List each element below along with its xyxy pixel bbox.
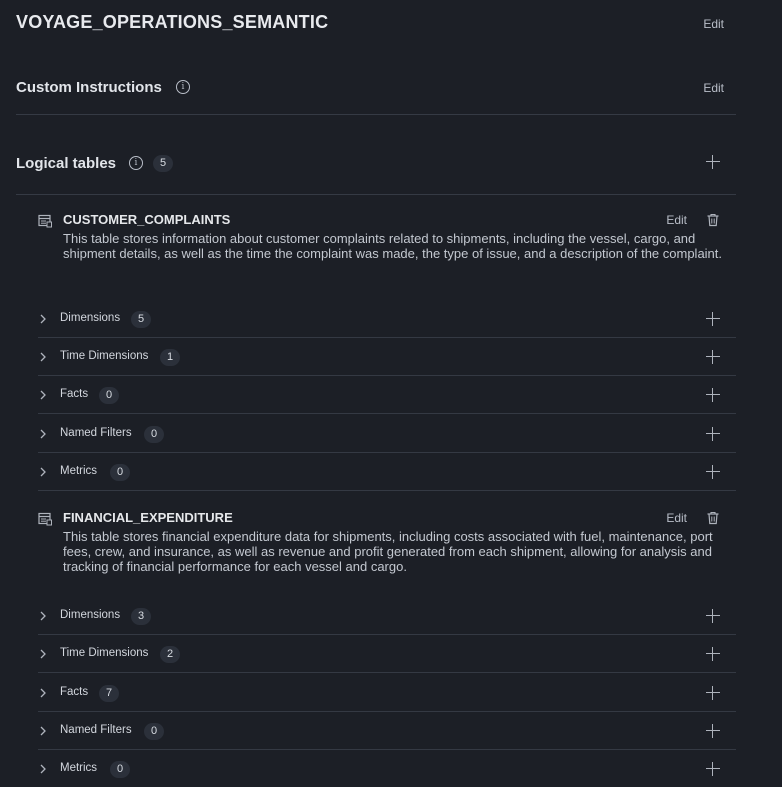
add-named-filter-plus-icon[interactable] — [706, 427, 720, 441]
category-label: Facts — [60, 686, 89, 698]
add-time-dimension-plus-icon[interactable] — [706, 647, 720, 661]
logical-table-financial-expenditure: FINANCIAL_EXPENDITURE Edit This table st… — [16, 508, 736, 787]
category-count-badge: 2 — [160, 646, 180, 663]
divider — [16, 194, 736, 195]
add-metric-plus-icon[interactable] — [706, 465, 720, 479]
logical-table-name: CUSTOMER_COMPLAINTS — [63, 212, 231, 227]
logical-table-header: FINANCIAL_EXPENDITURE Edit — [16, 508, 736, 530]
edit-title-button[interactable]: Edit — [703, 17, 724, 31]
logical-tables-title: Logical tables — [16, 155, 117, 172]
trash-icon[interactable] — [706, 511, 720, 525]
chevron-right-icon[interactable] — [38, 389, 48, 401]
category-row-time-dimensions[interactable]: Time Dimensions 2 — [16, 635, 736, 673]
logical-table-description: This table stores information about cust… — [63, 231, 723, 261]
category-row-metrics[interactable]: Metrics 0 — [16, 750, 736, 787]
info-icon[interactable]: i — [176, 80, 190, 94]
edit-custom-instructions-button[interactable]: Edit — [703, 81, 724, 95]
chevron-right-icon[interactable] — [38, 687, 48, 699]
category-count-badge: 1 — [160, 349, 180, 366]
add-fact-plus-icon[interactable] — [706, 388, 720, 402]
edit-table-button[interactable]: Edit — [666, 213, 687, 227]
chevron-right-icon[interactable] — [38, 428, 48, 440]
category-row-dimensions[interactable]: Dimensions 5 — [16, 300, 736, 338]
custom-instructions-title: Custom Instructions — [16, 79, 162, 96]
row-divider — [38, 490, 736, 491]
category-row-time-dimensions[interactable]: Time Dimensions 1 — [16, 338, 736, 376]
category-label: Named Filters — [60, 427, 132, 439]
table-icon — [38, 512, 52, 526]
chevron-right-icon[interactable] — [38, 466, 48, 478]
category-label: Facts — [60, 388, 89, 400]
custom-instructions-section: Custom Instructions i Edit — [16, 76, 736, 100]
add-dimension-plus-icon[interactable] — [706, 312, 720, 326]
category-label: Metrics — [60, 465, 98, 477]
category-row-metrics[interactable]: Metrics 0 — [16, 453, 736, 491]
semantic-model-page: VOYAGE_OPERATIONS_SEMANTIC Edit Custom I… — [0, 0, 782, 787]
page-title: VOYAGE_OPERATIONS_SEMANTIC — [16, 12, 329, 32]
row-divider — [38, 413, 736, 414]
add-metric-plus-icon[interactable] — [706, 762, 720, 776]
info-icon[interactable]: i — [129, 156, 143, 170]
category-label: Time Dimensions — [60, 350, 149, 362]
category-row-named-filters[interactable]: Named Filters 0 — [16, 415, 736, 453]
category-row-facts[interactable]: Facts 0 — [16, 376, 736, 414]
logical-table-description: This table stores financial expenditure … — [63, 529, 713, 574]
category-count-badge: 0 — [99, 387, 119, 404]
edit-table-button[interactable]: Edit — [666, 511, 687, 525]
logical-tables-count-badge: 5 — [153, 155, 173, 172]
category-count-badge: 3 — [131, 608, 151, 625]
row-divider — [38, 672, 736, 673]
model-header: VOYAGE_OPERATIONS_SEMANTIC Edit — [16, 10, 736, 38]
add-fact-plus-icon[interactable] — [706, 686, 720, 700]
trash-icon[interactable] — [706, 213, 720, 227]
category-label: Named Filters — [60, 724, 132, 736]
logical-table-customer-complaints: CUSTOMER_COMPLAINTS Edit This table stor… — [16, 210, 736, 492]
add-dimension-plus-icon[interactable] — [706, 609, 720, 623]
chevron-right-icon[interactable] — [38, 351, 48, 363]
category-count-badge: 0 — [110, 761, 130, 778]
category-count-badge: 0 — [144, 426, 164, 443]
chevron-right-icon[interactable] — [38, 313, 48, 325]
chevron-right-icon[interactable] — [38, 763, 48, 775]
category-label: Dimensions — [60, 609, 121, 621]
category-count-badge: 0 — [110, 464, 130, 481]
chevron-right-icon[interactable] — [38, 648, 48, 660]
category-row-facts[interactable]: Facts 7 — [16, 674, 736, 712]
table-icon — [38, 214, 52, 228]
category-label: Dimensions — [60, 312, 121, 324]
chevron-right-icon[interactable] — [38, 610, 48, 622]
add-time-dimension-plus-icon[interactable] — [706, 350, 720, 364]
category-count-badge: 0 — [144, 723, 164, 740]
category-row-dimensions[interactable]: Dimensions 3 — [16, 597, 736, 635]
logical-table-name: FINANCIAL_EXPENDITURE — [63, 510, 233, 525]
add-logical-table-plus-icon[interactable] — [706, 155, 720, 169]
logical-table-header: CUSTOMER_COMPLAINTS Edit — [16, 210, 736, 232]
add-named-filter-plus-icon[interactable] — [706, 724, 720, 738]
category-row-named-filters[interactable]: Named Filters 0 — [16, 712, 736, 750]
category-count-badge: 5 — [131, 311, 151, 328]
logical-tables-header: Logical tables i 5 — [16, 152, 736, 176]
chevron-right-icon[interactable] — [38, 725, 48, 737]
category-label: Metrics — [60, 762, 98, 774]
category-label: Time Dimensions — [60, 647, 149, 659]
divider — [16, 114, 736, 115]
category-count-badge: 7 — [99, 685, 119, 702]
